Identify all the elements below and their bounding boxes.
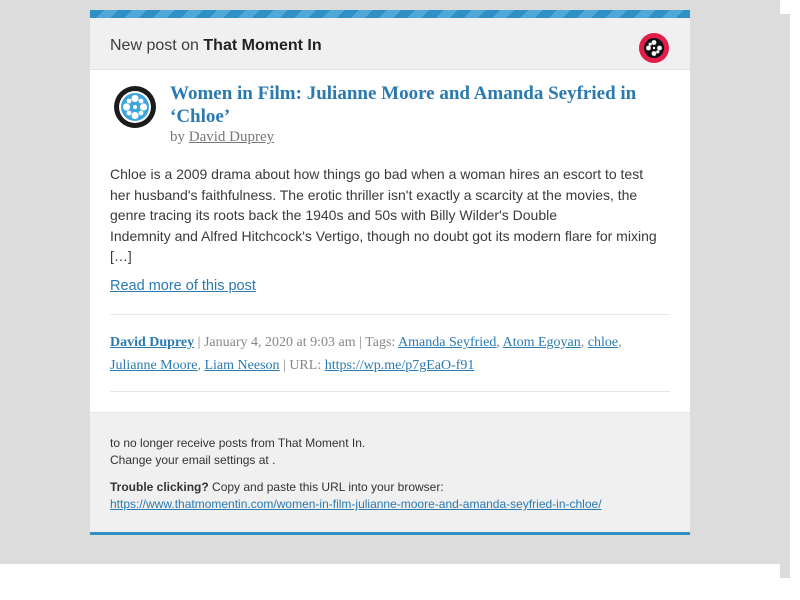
meta-tags-label: | Tags:: [355, 335, 399, 350]
email-card: New post on That Moment In Women in Film…: [90, 10, 690, 535]
header-title: New post on That Moment In: [110, 37, 322, 55]
excerpt-line: […]: [110, 248, 132, 264]
header-site-name: That Moment In: [203, 37, 322, 54]
post-meta: David Duprey | January 4, 2020 at 9:03 a…: [110, 335, 622, 373]
meta-url-label: | URL:: [279, 358, 325, 373]
tag-link[interactable]: Amanda Seyfried: [398, 335, 496, 350]
post-byline: by David Duprey: [170, 129, 274, 146]
blue-film-reel-icon-graphic: [119, 91, 151, 123]
film-reel-icon-graphic: [644, 38, 664, 58]
email-header: New post on That Moment In: [90, 18, 690, 70]
footer-text: to no longer receive posts from That Mom…: [110, 435, 670, 513]
tag-link[interactable]: Julianne Moore: [110, 358, 197, 373]
excerpt-line: Chloe is a 2009 drama about how things g…: [110, 166, 644, 182]
byline-author-link[interactable]: David Duprey: [189, 129, 274, 145]
tag-link[interactable]: chloe: [588, 335, 618, 350]
tag-link[interactable]: Atom Egoyan: [503, 335, 581, 350]
meta-date: January 4, 2020 at 9:03 am: [203, 335, 356, 350]
meta-separator: |: [194, 335, 204, 350]
right-edge: [780, 0, 800, 578]
header-prefix: New post on: [110, 37, 199, 54]
post-url-link[interactable]: https://www.thatmomentin.com/women-in-fi…: [110, 497, 602, 511]
film-reel-icon[interactable]: [114, 86, 156, 128]
film-reel-icon[interactable]: [639, 33, 669, 63]
excerpt-line: genre tracing its roots back the 1940s a…: [110, 207, 558, 223]
read-more-link[interactable]: Read more of this post: [110, 278, 256, 294]
bottom-accent-bar: [90, 532, 690, 535]
divider: [110, 391, 670, 392]
short-url-link[interactable]: https://wp.me/p7gEaO-f91: [325, 358, 475, 373]
trouble-clicking: Trouble clicking? Copy and paste this UR…: [110, 479, 670, 496]
email-footer: to no longer receive posts from That Mom…: [90, 412, 690, 532]
byline-by: by: [170, 129, 185, 145]
post-excerpt: Chloe is a 2009 drama about how things g…: [110, 164, 670, 267]
trouble-label: Trouble clicking?: [110, 480, 209, 494]
email-settings-text: Change your email settings at .: [110, 453, 276, 467]
excerpt-line: Indemnity and Alfred Hitchcock's Vertigo…: [110, 227, 657, 244]
divider: [110, 314, 670, 315]
tag-link[interactable]: Liam Neeson: [204, 358, 279, 373]
trouble-text: Copy and paste this URL into your browse…: [208, 480, 444, 494]
top-accent-bar: [90, 10, 690, 18]
excerpt-line: her husband's faithfulness. The erotic t…: [110, 186, 638, 203]
post-title-link[interactable]: Women in Film: Julianne Moore and Amanda…: [170, 82, 670, 128]
meta-author-link[interactable]: David Duprey: [110, 335, 194, 350]
unsubscribe-text: to no longer receive posts from That Mom…: [110, 436, 366, 450]
